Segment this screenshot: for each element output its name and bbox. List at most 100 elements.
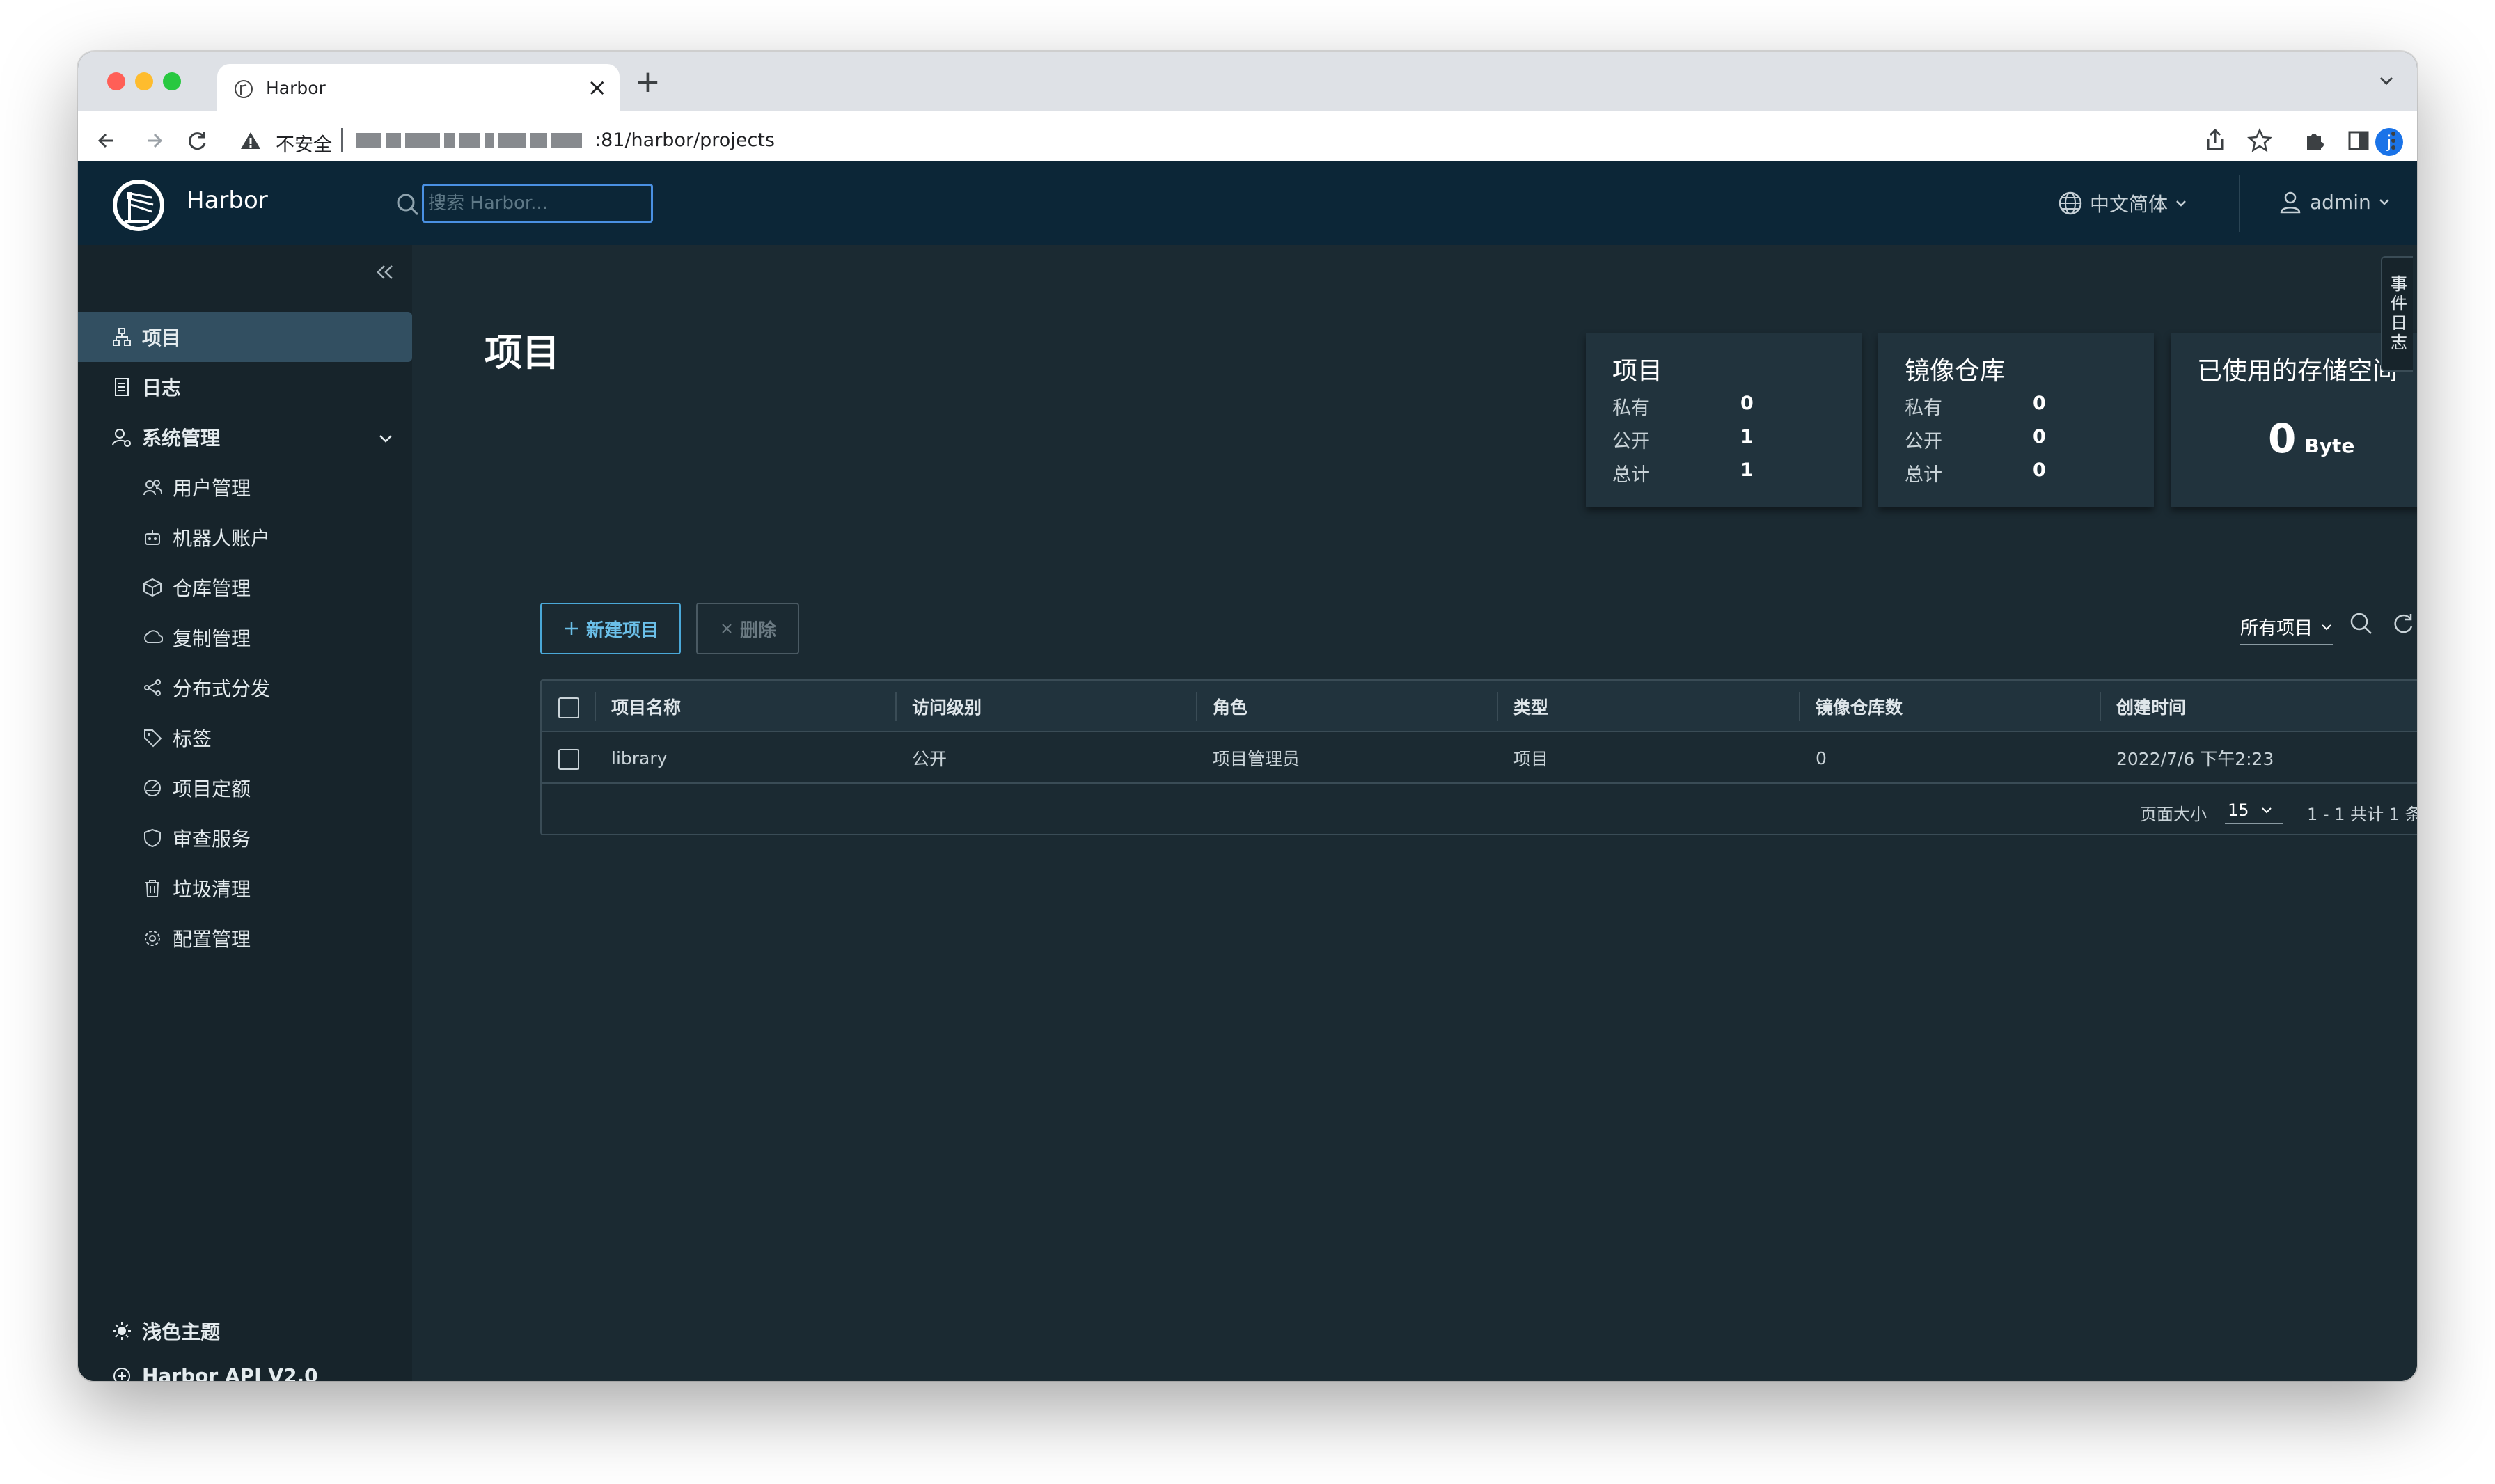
close-window-button[interactable] bbox=[107, 72, 125, 90]
type-cell: 项目 bbox=[1513, 749, 1549, 769]
extensions-puzzle-icon[interactable] bbox=[2299, 125, 2329, 156]
sidebar-item-admin[interactable]: 系统管理 bbox=[78, 412, 412, 462]
main-content: 项目 项目 私有 0 公开 1 总计 1 镜像仓库 私有 0 公开 0 总计 0… bbox=[412, 245, 2417, 1381]
tag-icon bbox=[144, 729, 162, 748]
sidebar-item-logs[interactable]: 日志 bbox=[78, 362, 412, 412]
sidebar-item-interrogation[interactable]: 审查服务 bbox=[78, 813, 412, 863]
sidebar-item-label: 项目定额 bbox=[173, 777, 251, 800]
api-icon bbox=[113, 1367, 130, 1381]
repos-summary-card: 镜像仓库 私有 0 公开 0 总计 0 bbox=[1878, 333, 2154, 507]
redacted-host bbox=[356, 131, 593, 150]
column-header-created[interactable]: 创建时间 bbox=[2116, 681, 2186, 732]
event-log-tab[interactable]: 事件日志 bbox=[2381, 256, 2413, 372]
private-count: 0 bbox=[2033, 393, 2046, 414]
search-icon[interactable] bbox=[2347, 610, 2375, 638]
column-header-access[interactable]: 访问级别 bbox=[912, 681, 982, 732]
refresh-icon[interactable] bbox=[2389, 610, 2417, 638]
sidebar-item-projects[interactable]: 项目 bbox=[78, 312, 412, 362]
sidebar-item-labels[interactable]: 标签 bbox=[78, 713, 412, 763]
app-header: Harbor 中文简体 admin bbox=[78, 161, 2417, 245]
minimize-window-button[interactable] bbox=[135, 72, 153, 90]
tab-search-icon[interactable] bbox=[2374, 68, 2399, 93]
row-checkbox[interactable] bbox=[558, 749, 579, 770]
search-icon bbox=[397, 194, 419, 216]
user-menu[interactable]: admin bbox=[2278, 189, 2391, 214]
sidebar-item-robots[interactable]: 机器人账户 bbox=[78, 512, 412, 562]
column-divider bbox=[895, 692, 897, 721]
side-panel-icon[interactable] bbox=[2343, 125, 2374, 156]
sidebar-item-label: 垃圾清理 bbox=[173, 878, 251, 901]
pagination-summary: 1 - 1 共计 1 条记录 bbox=[2307, 805, 2417, 824]
sidebar-item-quotas[interactable]: 项目定额 bbox=[78, 763, 412, 813]
sidebar: 项目 日志 系统管理 用户管理 机器人账户 仓库管理 复制管理 分布式分发 标签… bbox=[78, 245, 412, 1381]
share-icon[interactable] bbox=[2200, 125, 2230, 156]
url-text[interactable]: :81/harbor/projects bbox=[595, 129, 775, 151]
sidebar-item-users[interactable]: 用户管理 bbox=[78, 462, 412, 512]
storage-unit: Byte bbox=[2304, 434, 2355, 457]
security-label[interactable]: 不安全 bbox=[276, 129, 332, 157]
log-icon bbox=[115, 378, 129, 396]
sidebar-item-config[interactable]: 配置管理 bbox=[78, 913, 412, 963]
gear-icon bbox=[145, 931, 160, 946]
table-row: library 公开 项目管理员 项目 0 2022/7/6 下午2:23 bbox=[542, 732, 2417, 784]
new-tab-button[interactable]: + bbox=[635, 65, 661, 99]
table-header: 项目名称 访问级别 角色 类型 镜像仓库数 创建时间 bbox=[542, 681, 2417, 732]
delete-button[interactable]: 删除 bbox=[696, 603, 799, 654]
api-link[interactable]: Harbor API V2.0 bbox=[111, 1364, 318, 1381]
chevron-down-icon bbox=[2379, 199, 2389, 205]
sidebar-item-label: 日志 bbox=[142, 377, 182, 400]
maximize-window-button[interactable] bbox=[163, 72, 181, 90]
card-row-label: 公开 bbox=[1612, 431, 1650, 452]
username: admin bbox=[2310, 190, 2371, 214]
browser-menu-icon[interactable] bbox=[2386, 125, 2400, 156]
card-title: 已使用的存储空间 bbox=[2197, 357, 2398, 386]
access-level-cell: 公开 bbox=[912, 749, 947, 769]
project-name-link[interactable]: library bbox=[611, 732, 667, 784]
page-title: 项目 bbox=[485, 331, 560, 374]
bookmark-star-icon[interactable] bbox=[2244, 125, 2275, 156]
user-icon bbox=[2280, 191, 2301, 214]
sidebar-item-registries[interactable]: 仓库管理 bbox=[78, 562, 412, 613]
browser-tab[interactable]: Harbor × bbox=[217, 64, 620, 113]
select-all-checkbox[interactable] bbox=[558, 697, 579, 718]
storage-value: 0 Byte bbox=[2268, 415, 2354, 462]
sidebar-item-distribution[interactable]: 分布式分发 bbox=[78, 663, 412, 713]
forward-arrow-icon[interactable] bbox=[138, 125, 168, 156]
sidebar-item-label: 项目 bbox=[142, 326, 182, 349]
sidebar-item-label: 用户管理 bbox=[173, 477, 251, 500]
search-input[interactable] bbox=[422, 184, 653, 223]
filter-selected: 所有项目 bbox=[2240, 618, 2313, 639]
back-arrow-icon[interactable] bbox=[92, 125, 123, 156]
public-count: 0 bbox=[2033, 426, 2046, 448]
header-divider bbox=[2239, 175, 2240, 232]
column-header-repo-count[interactable]: 镜像仓库数 bbox=[1816, 681, 1903, 732]
project-filter-select[interactable]: 所有项目 bbox=[2240, 614, 2334, 645]
users-icon bbox=[143, 480, 162, 496]
column-header-type[interactable]: 类型 bbox=[1513, 681, 1548, 732]
new-project-button[interactable]: 新建项目 bbox=[540, 603, 681, 654]
page-size-select[interactable]: 15 bbox=[2225, 798, 2283, 824]
new-project-label: 新建项目 bbox=[585, 619, 659, 641]
card-title: 镜像仓库 bbox=[1905, 357, 2006, 386]
private-count: 0 bbox=[1740, 393, 1754, 414]
sidebar-item-label: 标签 bbox=[173, 727, 212, 750]
language-selector[interactable]: 中文简体 bbox=[2058, 189, 2187, 217]
role-cell: 项目管理员 bbox=[1213, 749, 1300, 769]
reload-icon[interactable] bbox=[182, 125, 213, 156]
column-header-name[interactable]: 项目名称 bbox=[611, 681, 681, 732]
card-row-label: 私有 bbox=[1612, 397, 1650, 419]
harbor-logo-icon[interactable] bbox=[110, 177, 167, 234]
chevron-down-icon bbox=[2261, 807, 2272, 814]
browser-window: Harbor × + 不安全 :81/harbor/projects j Har… bbox=[78, 52, 2417, 1381]
collapse-sidebar-icon[interactable] bbox=[373, 260, 397, 284]
theme-toggle[interactable]: 浅色主题 bbox=[111, 1317, 220, 1345]
sidebar-item-replication[interactable]: 复制管理 bbox=[78, 613, 412, 663]
omnibox-divider bbox=[341, 128, 343, 152]
warning-icon[interactable] bbox=[239, 129, 262, 152]
delete-label: 删除 bbox=[739, 619, 776, 641]
chevron-down-icon bbox=[2322, 624, 2331, 630]
tab-close-icon[interactable]: × bbox=[588, 74, 608, 102]
sidebar-item-gc[interactable]: 垃圾清理 bbox=[78, 863, 412, 913]
brand-name[interactable]: Harbor bbox=[187, 187, 268, 214]
column-header-role[interactable]: 角色 bbox=[1213, 681, 1248, 732]
